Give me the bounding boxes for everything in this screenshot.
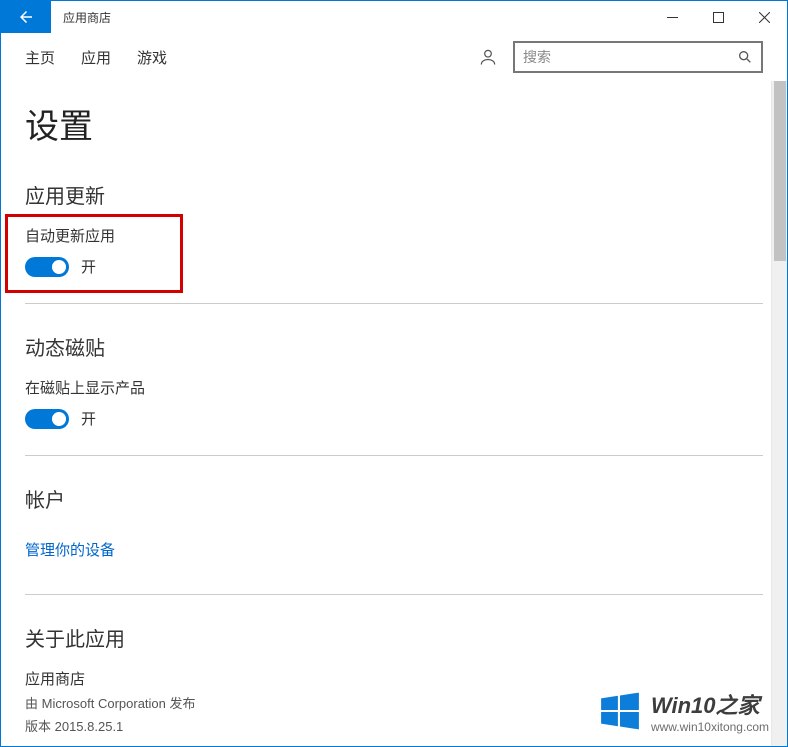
section-app-updates-title: 应用更新	[25, 180, 763, 209]
minimize-icon	[667, 12, 678, 23]
window-title: 应用商店	[51, 1, 649, 33]
about-version: 版本 2015.8.25.1	[25, 716, 763, 735]
person-icon	[478, 47, 498, 67]
about-app-name: 应用商店	[25, 668, 763, 689]
nav-apps[interactable]: 应用	[81, 47, 111, 68]
profile-button[interactable]	[467, 47, 509, 67]
show-products-label: 在磁贴上显示产品	[25, 377, 763, 398]
section-account-title: 帐户	[25, 484, 763, 513]
page-heading: 设置	[25, 99, 763, 148]
nav-home[interactable]: 主页	[25, 47, 55, 68]
section-about-title: 关于此应用	[25, 623, 763, 652]
divider	[25, 455, 763, 456]
auto-update-state: 开	[81, 256, 96, 277]
show-products-toggle[interactable]	[25, 409, 69, 429]
titlebar: 应用商店	[1, 1, 787, 33]
auto-update-label: 自动更新应用	[25, 225, 763, 246]
section-live-tile-title: 动态磁贴	[25, 332, 763, 361]
search-box[interactable]	[513, 41, 763, 73]
close-button[interactable]	[741, 1, 787, 33]
toggle-knob	[52, 260, 66, 274]
nav-bar: 主页 应用 游戏	[1, 33, 787, 81]
divider	[25, 594, 763, 595]
about-publisher: 由 Microsoft Corporation 发布	[25, 693, 763, 712]
close-icon	[759, 12, 770, 23]
maximize-icon	[713, 12, 724, 23]
show-products-state: 开	[81, 408, 96, 429]
toggle-knob	[52, 412, 66, 426]
search-icon[interactable]	[737, 49, 753, 65]
main-content: 设置 应用更新 自动更新应用 开 动态磁贴 在磁贴上显示产品 开 帐户 管理你的…	[1, 81, 787, 746]
nav-games[interactable]: 游戏	[137, 47, 167, 68]
minimize-button[interactable]	[649, 1, 695, 33]
maximize-button[interactable]	[695, 1, 741, 33]
window-controls	[649, 1, 787, 33]
search-input[interactable]	[523, 49, 737, 65]
divider	[25, 303, 763, 304]
scroll-thumb[interactable]	[774, 81, 786, 261]
arrow-left-icon	[17, 8, 35, 26]
manage-devices-link[interactable]: 管理你的设备	[25, 539, 115, 560]
back-button[interactable]	[1, 1, 51, 33]
auto-update-toggle[interactable]	[25, 257, 69, 277]
scrollbar[interactable]	[771, 81, 787, 746]
